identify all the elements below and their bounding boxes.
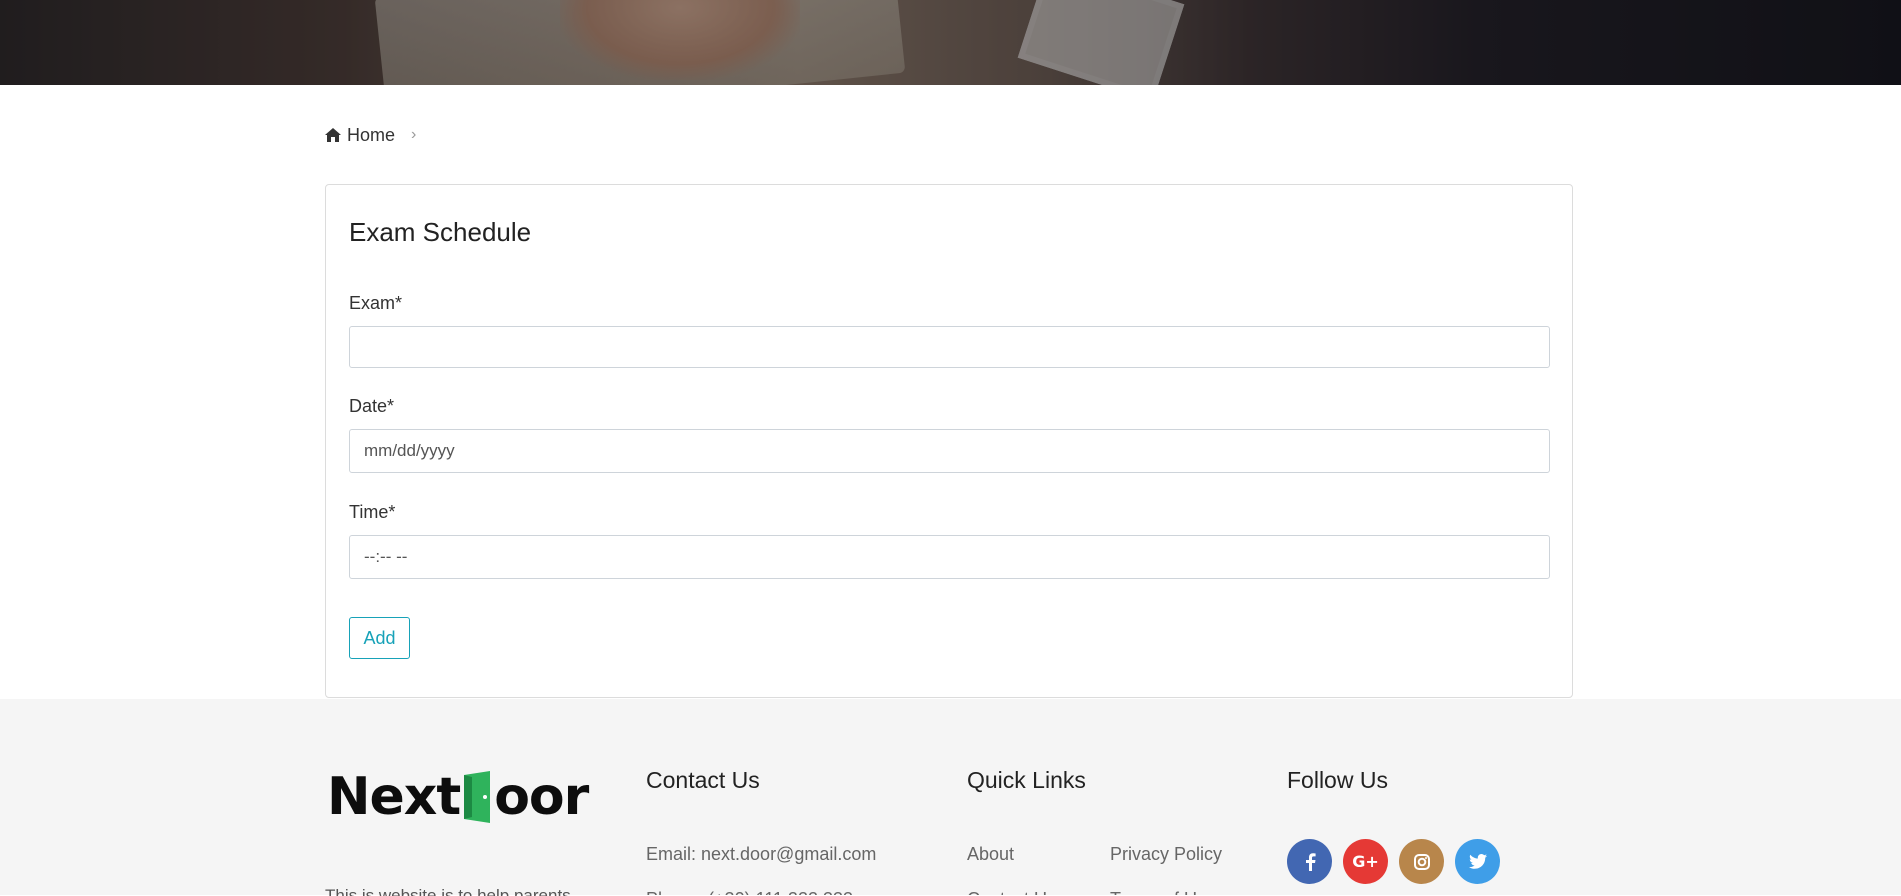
time-input[interactable]: --:-- -- [349,535,1550,579]
footer-link-contact-us[interactable]: Contact Us [967,889,1056,895]
time-label: Time* [349,502,396,522]
page: Home › Exam Schedule Exam* Date* mm/dd/y… [0,0,1901,896]
home-icon [325,128,341,142]
instagram-icon[interactable] [1399,839,1444,884]
contact-email: Email: next.door@gmail.com [646,844,877,864]
footer: Next oor This is website is to help pare… [0,699,1901,896]
door-icon [462,769,492,825]
add-button[interactable]: Add [349,617,410,659]
facebook-icon[interactable] [1287,839,1332,884]
breadcrumb: Home › [325,124,416,146]
date-input[interactable]: mm/dd/yyyy [349,429,1550,473]
social-links: G+ [1287,839,1500,884]
page-title: Exam Schedule [349,217,532,247]
twitter-icon[interactable] [1455,839,1500,884]
date-label: Date* [349,396,395,416]
footer-link-about[interactable]: About [967,844,1014,865]
contact-title: Contact Us [646,767,760,793]
breadcrumb-home-link[interactable]: Home [347,125,395,146]
quick-links-title: Quick Links [967,767,1086,793]
brand-logo[interactable]: Next oor [327,767,589,827]
exam-input[interactable] [349,326,1550,368]
follow-us-title: Follow Us [1287,767,1388,793]
chevron-right-icon: › [411,126,417,143]
contact-phone: Phone: (+20) 111 222 333 [646,889,853,895]
footer-link-privacy-policy[interactable]: Privacy Policy [1110,844,1222,865]
google-plus-icon[interactable]: G+ [1343,839,1388,884]
exam-label: Exam* [349,293,403,313]
footer-link-terms-of-use[interactable]: Terms of Use [1110,889,1216,895]
hero-banner-image [0,0,1901,85]
exam-schedule-card: Exam Schedule Exam* Date* mm/dd/yyyy Tim… [325,184,1573,698]
